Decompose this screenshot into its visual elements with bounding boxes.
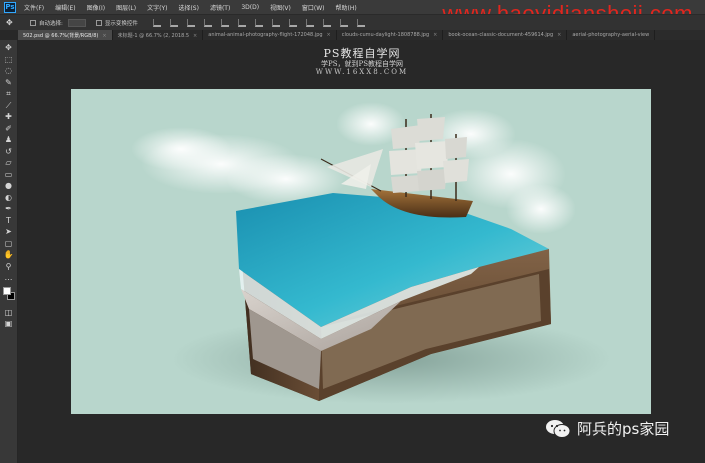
tab-document-2[interactable]: 未标题-1 @ 66.7% (2, 2018.5 ×	[113, 30, 204, 40]
zoom-tool-icon[interactable]: ⚲	[4, 261, 14, 272]
footer-watermark-text: 阿兵的ps家园	[577, 420, 670, 438]
tab-document-3[interactable]: animal-animal-photography-flight-172048.…	[203, 30, 337, 40]
document-tabs: 502.psd @ 66.7%(背景/RGB/8) × 未标题-1 @ 66.7%…	[18, 30, 705, 40]
distribute-hcenter-icon[interactable]	[322, 18, 331, 27]
auto-select-label: 自动选择:	[39, 20, 63, 27]
menu-filter[interactable]: 滤镜(T)	[210, 3, 230, 12]
tools-panel: ✥ ⬚ ◌ ✎ ⌗ ⟋ ✚ ✐ ♟ ↺ ▱ ▭ ● ◐ ✒ T ➤ ▢ ✋ ⚲… ◫ ▣	[0, 40, 18, 463]
menu-layer[interactable]: 图层(L)	[116, 3, 136, 12]
healing-brush-icon[interactable]: ✚	[4, 111, 14, 122]
transform-controls-label: 显示变换控件	[104, 20, 138, 27]
tab-label: clouds-cumu-daylight-1808788.jpg	[341, 32, 430, 38]
menu-edit[interactable]: 编辑(E)	[55, 3, 75, 12]
move-tool-icon[interactable]: ✥	[4, 42, 14, 53]
marquee-tool-icon[interactable]: ⬚	[4, 54, 14, 65]
gradient-tool-icon[interactable]: ▭	[4, 169, 14, 180]
close-icon[interactable]: ×	[193, 33, 197, 39]
foreground-color-swatch[interactable]	[2, 286, 11, 295]
align-right-icon[interactable]	[237, 18, 246, 27]
distribute-top-icon[interactable]	[254, 18, 263, 27]
eraser-icon[interactable]: ▱	[4, 157, 14, 168]
transform-controls-checkbox[interactable]	[95, 19, 102, 26]
menu-view[interactable]: 视图(V)	[270, 3, 291, 12]
align-left-icon[interactable]	[203, 18, 212, 27]
menu-3d[interactable]: 3D(D)	[241, 4, 259, 11]
shape-tool-icon[interactable]: ▢	[4, 238, 14, 249]
brush-tool-icon[interactable]: ✐	[4, 123, 14, 134]
document-canvas[interactable]	[71, 89, 651, 414]
close-icon[interactable]: ×	[557, 32, 561, 38]
menu-type[interactable]: 文字(Y)	[147, 3, 167, 12]
more-tools-icon[interactable]: …	[4, 272, 14, 283]
distribute-vcenter-icon[interactable]	[271, 18, 280, 27]
pen-tool-icon[interactable]: ✒	[4, 203, 14, 214]
close-icon[interactable]: ×	[433, 32, 437, 38]
auto-align-icon[interactable]	[356, 18, 365, 27]
crop-tool-icon[interactable]: ⌗	[4, 88, 14, 99]
distribute-right-icon[interactable]	[339, 18, 348, 27]
clone-stamp-icon[interactable]: ♟	[4, 134, 14, 145]
tab-label: animal-animal-photography-flight-172048.…	[208, 32, 323, 38]
color-swatches[interactable]	[2, 286, 15, 301]
menu-bar: Ps 文件(F) 编辑(E) 图像(I) 图层(L) 文字(Y) 选择(S) 滤…	[0, 0, 705, 26]
tab-document-6[interactable]: aerial-photography-aerial-view	[567, 30, 656, 40]
align-bottom-icon[interactable]	[186, 18, 195, 27]
tab-document-1[interactable]: 502.psd @ 66.7%(背景/RGB/8) ×	[18, 30, 113, 40]
tab-document-5[interactable]: book-ocean-classic-document-459614.jpg ×	[443, 30, 568, 40]
menu-image[interactable]: 图像(I)	[87, 3, 105, 12]
menu-select[interactable]: 选择(S)	[178, 3, 199, 12]
close-icon[interactable]: ×	[102, 33, 106, 39]
canvas-area[interactable]: PS教程自学网 学PS，就到PS教程自学网 WWW.16XX8.COM	[19, 40, 705, 463]
wechat-icon	[546, 419, 571, 438]
close-icon[interactable]: ×	[327, 32, 331, 38]
menu-help[interactable]: 帮助(H)	[336, 3, 357, 12]
dodge-tool-icon[interactable]: ◐	[4, 192, 14, 203]
distribute-left-icon[interactable]	[305, 18, 314, 27]
tab-label: book-ocean-classic-document-459614.jpg	[448, 32, 554, 38]
screen-mode-icon[interactable]: ▣	[4, 318, 14, 329]
tab-document-4[interactable]: clouds-cumu-daylight-1808788.jpg ×	[337, 30, 444, 40]
blur-tool-icon[interactable]: ●	[4, 180, 14, 191]
move-tool-preset-icon[interactable]: ✥	[6, 18, 16, 28]
photoshop-logo-icon: Ps	[4, 1, 16, 13]
path-select-icon[interactable]: ➤	[4, 226, 14, 237]
tab-label: 未标题-1 @ 66.7% (2, 2018.5	[117, 33, 190, 39]
align-buttons	[152, 18, 365, 27]
type-tool-icon[interactable]: T	[4, 215, 14, 226]
eyedropper-icon[interactable]: ⟋	[4, 100, 14, 111]
align-hcenter-icon[interactable]	[220, 18, 229, 27]
align-vcenter-icon[interactable]	[169, 18, 178, 27]
history-brush-icon[interactable]: ↺	[4, 146, 14, 157]
distribute-bottom-icon[interactable]	[288, 18, 297, 27]
auto-select-checkbox[interactable]	[30, 19, 36, 26]
footer-watermark: 阿兵的ps家园	[545, 418, 669, 439]
menu-file[interactable]: 文件(F)	[24, 3, 44, 12]
auto-select-dropdown[interactable]	[67, 18, 86, 27]
options-bar: ✥ 自动选择: 显示变换控件	[0, 14, 705, 30]
menu-window[interactable]: 窗口(W)	[302, 3, 325, 12]
page-url: WWW.16XX8.COM	[315, 68, 409, 76]
tab-label: aerial-photography-aerial-view	[572, 32, 650, 38]
lasso-tool-icon[interactable]: ◌	[4, 65, 14, 76]
quick-select-icon[interactable]: ✎	[4, 77, 14, 88]
book-ship-artwork	[131, 102, 611, 404]
align-top-icon[interactable]	[152, 18, 161, 27]
tab-label: 502.psd @ 66.7%(背景/RGB/8)	[23, 33, 99, 39]
quick-mask-icon[interactable]: ◫	[4, 307, 14, 318]
hand-tool-icon[interactable]: ✋	[4, 249, 14, 260]
